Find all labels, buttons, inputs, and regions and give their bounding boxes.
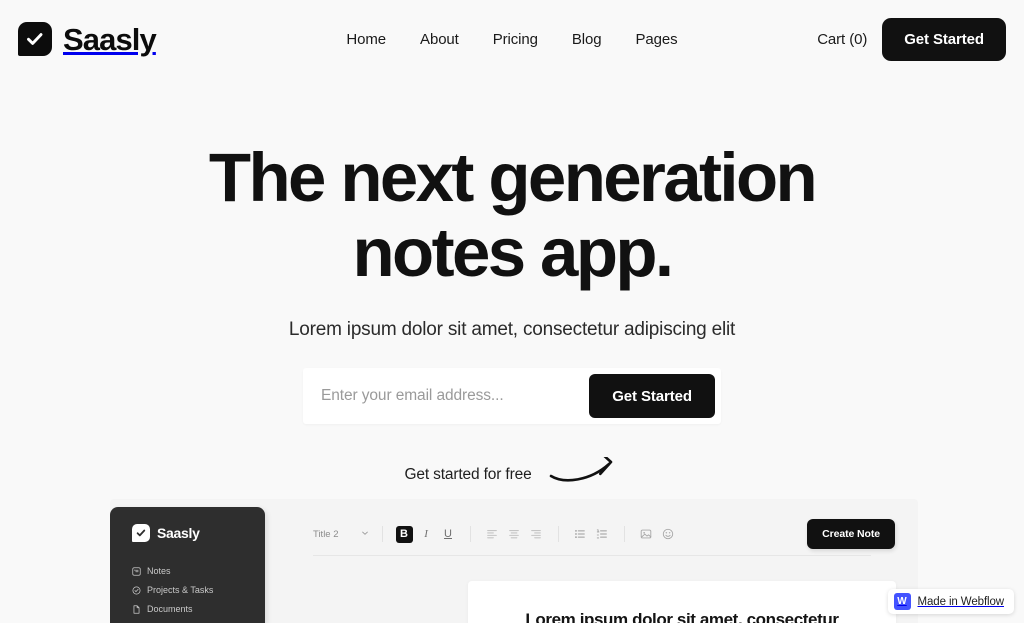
toolbar-divider: [623, 526, 625, 542]
toolbar-divider: [557, 526, 559, 542]
app-main-area: Title 2 B I U Create Note Lorem ipsum do…: [265, 499, 918, 623]
hero-title-line-2: notes app.: [352, 213, 674, 291]
check-badge-icon: [132, 524, 150, 542]
bold-label: B: [400, 527, 408, 540]
text-format-group: B I U: [395, 525, 457, 543]
sidebar-item-projects-tasks[interactable]: Projects & Tasks: [132, 585, 265, 595]
sidebar-item-notes[interactable]: Notes: [132, 566, 265, 576]
align-center-button[interactable]: [506, 526, 523, 543]
numbered-list-icon: [596, 528, 608, 540]
get-started-button[interactable]: Get Started: [882, 17, 1006, 61]
list-group: [572, 526, 611, 543]
landing-page: Saasly Home About Pricing Blog Pages Car…: [0, 0, 1024, 623]
made-in-webflow-label: Made in Webflow: [917, 595, 1005, 608]
hero-title-line-1: The next generation: [208, 139, 818, 216]
curved-arrow-icon: [548, 448, 620, 492]
nav-link-pricing[interactable]: Pricing: [493, 31, 538, 48]
email-input[interactable]: [321, 368, 590, 425]
made-in-webflow-badge[interactable]: W Made in Webflow: [887, 589, 1014, 614]
check-badge-icon: [18, 22, 52, 56]
text-style-value: Title 2: [313, 528, 339, 540]
email-submit-button[interactable]: Get Started: [589, 374, 715, 419]
italic-label: I: [424, 527, 428, 540]
toolbar-divider: [381, 526, 383, 542]
toolbar-separator-rule: [313, 555, 871, 556]
cart-link[interactable]: Cart (0): [817, 31, 867, 48]
underline-button[interactable]: U: [440, 526, 457, 543]
brand-name: Saasly: [63, 21, 157, 57]
brand-logo-link[interactable]: Saasly: [18, 21, 157, 57]
document-preview-card: Lorem ipsum dolor sit amet, consectetur: [468, 581, 896, 623]
top-navbar: Saasly Home About Pricing Blog Pages Car…: [0, 0, 1024, 78]
bulleted-list-button[interactable]: [572, 526, 589, 543]
hero-section: The next generation notes app. Lorem ips…: [0, 78, 1024, 492]
image-icon: [640, 528, 652, 540]
align-center-icon: [508, 528, 520, 540]
chevron-down-icon: [361, 529, 369, 540]
nav-link-home[interactable]: Home: [346, 31, 386, 48]
hero-subtitle: Lorem ipsum dolor sit amet, consectetur …: [288, 319, 736, 341]
sidebar-item-label: Notes: [147, 566, 171, 576]
bold-button[interactable]: B: [395, 525, 413, 543]
app-brand: Saasly: [132, 524, 265, 542]
app-preview-mockup: Saasly Notes Projects & Tasks Documents …: [110, 499, 918, 623]
emoji-button[interactable]: [660, 526, 677, 543]
numbered-list-button[interactable]: [594, 526, 611, 543]
nav-link-pages[interactable]: Pages: [636, 31, 678, 48]
app-brand-name: Saasly: [157, 525, 200, 541]
text-align-group: [484, 526, 545, 543]
bulleted-list-icon: [574, 528, 586, 540]
document-icon: [132, 604, 141, 614]
align-left-icon: [486, 528, 498, 540]
get-started-free-row: Get started for free: [0, 448, 1024, 492]
image-button[interactable]: [638, 526, 655, 543]
align-right-button[interactable]: [528, 526, 545, 543]
align-left-button[interactable]: [484, 526, 501, 543]
email-signup-form: Get Started: [303, 368, 721, 425]
get-started-free-label: Get started for free: [404, 465, 532, 483]
sidebar-item-label: Documents: [147, 604, 193, 614]
underline-label: U: [444, 527, 452, 540]
insert-group: [638, 526, 677, 543]
editor-toolbar: Title 2 B I U Create Note: [265, 513, 918, 555]
sidebar-item-documents[interactable]: Documents: [132, 604, 265, 614]
nav-link-blog[interactable]: Blog: [572, 31, 602, 48]
note-icon: [132, 566, 141, 576]
create-note-button[interactable]: Create Note: [807, 519, 895, 549]
nav-link-about[interactable]: About: [420, 31, 459, 48]
toolbar-divider: [469, 526, 471, 542]
text-style-select[interactable]: Title 2: [313, 529, 369, 540]
app-sidebar-nav: Notes Projects & Tasks Documents: [132, 566, 265, 614]
document-title: Lorem ipsum dolor sit amet, consectetur: [525, 610, 839, 623]
webflow-logo-icon: W: [893, 593, 911, 610]
align-right-icon: [530, 528, 542, 540]
sidebar-item-label: Projects & Tasks: [147, 585, 214, 595]
navbar-actions: Cart (0) Get Started: [817, 17, 1006, 61]
check-circle-icon: [132, 586, 141, 595]
emoji-icon: [662, 528, 674, 540]
app-sidebar: Saasly Notes Projects & Tasks Documents: [110, 507, 265, 623]
italic-button[interactable]: I: [418, 526, 435, 543]
page-title: The next generation notes app.: [0, 139, 1024, 291]
primary-nav: Home About Pricing Blog Pages: [346, 31, 677, 48]
